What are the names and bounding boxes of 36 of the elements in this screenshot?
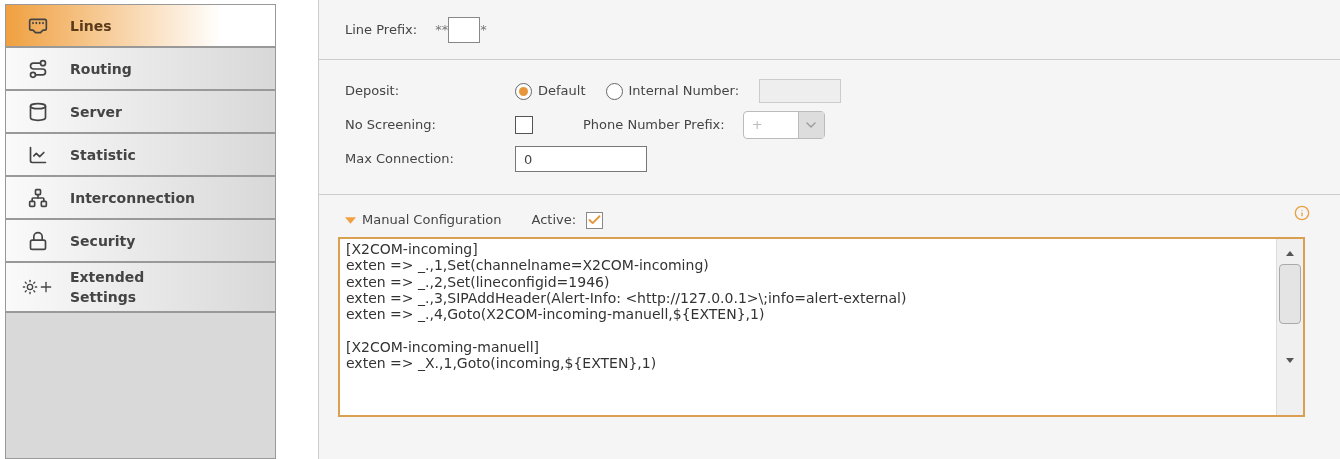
network-icon: [28, 187, 48, 208]
field-label: Line Prefix:: [345, 20, 418, 39]
field-label: Deposit:: [345, 82, 401, 101]
radio-option[interactable]: Internal Number:: [605, 81, 740, 101]
checkbox[interactable]: [586, 211, 604, 229]
sidebar-item[interactable]: Statistic: [6, 134, 275, 177]
sidebar-item[interactable]: Extended Settings: [6, 263, 275, 313]
prefix-text: **: [435, 20, 449, 39]
suffix-text: *: [480, 20, 487, 39]
radio-button[interactable]: [515, 82, 532, 100]
line-chart-icon: [28, 144, 48, 165]
sidebar-item[interactable]: Lines: [6, 5, 275, 48]
lock-icon: [28, 230, 48, 251]
line-prefix-input[interactable]: [448, 16, 481, 43]
radio-button[interactable]: [605, 82, 623, 100]
scroll-down-icon: [1286, 358, 1294, 363]
field-label: Active:: [531, 211, 577, 230]
field-label: No Screening:: [345, 116, 437, 135]
field-label: Phone Number Prefix:: [583, 116, 725, 135]
max-connection-input[interactable]: 0: [515, 146, 647, 172]
sidebar-item[interactable]: Interconnection: [6, 177, 275, 220]
cylinder-icon: [28, 101, 48, 122]
field-label: Max Connection:: [345, 150, 455, 169]
info-icon[interactable]: [1294, 205, 1310, 221]
gear-plus-icon: [22, 279, 54, 295]
scroll-up-icon: [1286, 251, 1294, 256]
scrollbar[interactable]: [1276, 239, 1303, 415]
sidebar-item[interactable]: Server: [6, 91, 275, 134]
section-toggle[interactable]: Manual Configuration: [345, 210, 502, 230]
checkbox[interactable]: [515, 116, 533, 134]
route-icon: [28, 58, 48, 79]
sidebar-item[interactable]: Security: [6, 220, 275, 263]
code-editor[interactable]: [X2COM-incoming] exten => _.,1,Set(channelname=X2COM-incoming) exten => _.,2,Set(lineconfigid=1946) exten => _.,3,SIPAddHeader(Alert-Info: <http://127.0.0.1>\;info=alert-external) exten => _.,4,Goto(X2COM-incoming-manuell,${EXTEN},1) [X2COM-incoming-manuell] exten => _X.,1,Goto(incoming,${EXTEN},1): [338, 237, 1305, 417]
expand-triangle-icon: [345, 216, 356, 224]
sidebar-item[interactable]: Routing: [6, 48, 275, 91]
radio-option[interactable]: Default: [515, 81, 586, 101]
